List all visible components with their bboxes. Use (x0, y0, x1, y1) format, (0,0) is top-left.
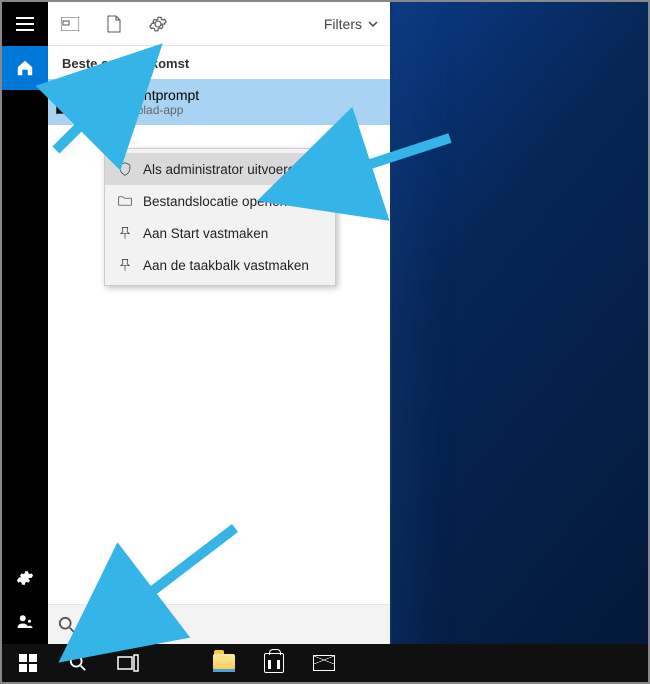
mail-icon[interactable] (302, 644, 346, 682)
store-icon[interactable] (252, 644, 296, 682)
menu-item-label: Bestandslocatie openen (143, 194, 287, 209)
search-sidebar (2, 2, 48, 644)
settings-icon[interactable] (2, 556, 48, 600)
search-icon (58, 616, 76, 634)
start-button[interactable] (6, 644, 50, 682)
user-icon[interactable] (2, 600, 48, 644)
search-topbar: Filters (48, 2, 390, 46)
shield-icon (117, 161, 133, 177)
filters-label: Filters (324, 16, 362, 32)
text-caret (115, 616, 116, 634)
best-match-result[interactable]: Opdrachtprompt Bureaublad-app (48, 79, 390, 125)
settings-tab-icon[interactable] (148, 14, 168, 34)
search-box[interactable]: cmd (48, 604, 390, 644)
file-explorer-icon[interactable] (202, 644, 246, 682)
menu-item-label: Aan de taakbalk vastmaken (143, 258, 309, 273)
result-title: Opdrachtprompt (98, 87, 199, 103)
menu-pin-to-taskbar[interactable]: Aan de taakbalk vastmaken (105, 249, 335, 281)
taskbar (2, 644, 648, 682)
menu-item-label: Als administrator uitvoeren (143, 162, 303, 177)
chevron-down-icon (368, 19, 378, 29)
result-subtitle: Bureaublad-app (98, 103, 199, 117)
folder-open-icon (117, 193, 133, 209)
menu-run-as-admin[interactable]: Als administrator uitvoeren (105, 153, 335, 185)
taskbar-search-icon[interactable] (56, 644, 100, 682)
apps-icon[interactable] (60, 14, 80, 34)
pin-icon (117, 225, 133, 241)
windows-logo-icon (19, 654, 37, 672)
cmd-thumbnail-icon (56, 90, 86, 114)
section-header: Beste overeenkomst (48, 46, 390, 79)
home-icon[interactable] (2, 46, 48, 90)
menu-item-label: Aan Start vastmaken (143, 226, 268, 241)
documents-icon[interactable] (104, 14, 124, 34)
filters-dropdown[interactable]: Filters (324, 16, 378, 32)
menu-open-file-location[interactable]: Bestandslocatie openen (105, 185, 335, 217)
search-input[interactable]: cmd (86, 616, 114, 633)
search-results-panel: Filters Beste overeenkomst Opdrachtpromp… (48, 2, 390, 644)
context-menu: Als administrator uitvoeren Bestandsloca… (104, 148, 336, 286)
hamburger-icon[interactable] (2, 2, 48, 46)
menu-pin-to-start[interactable]: Aan Start vastmaken (105, 217, 335, 249)
pin-icon (117, 257, 133, 273)
task-view-icon[interactable] (106, 644, 150, 682)
